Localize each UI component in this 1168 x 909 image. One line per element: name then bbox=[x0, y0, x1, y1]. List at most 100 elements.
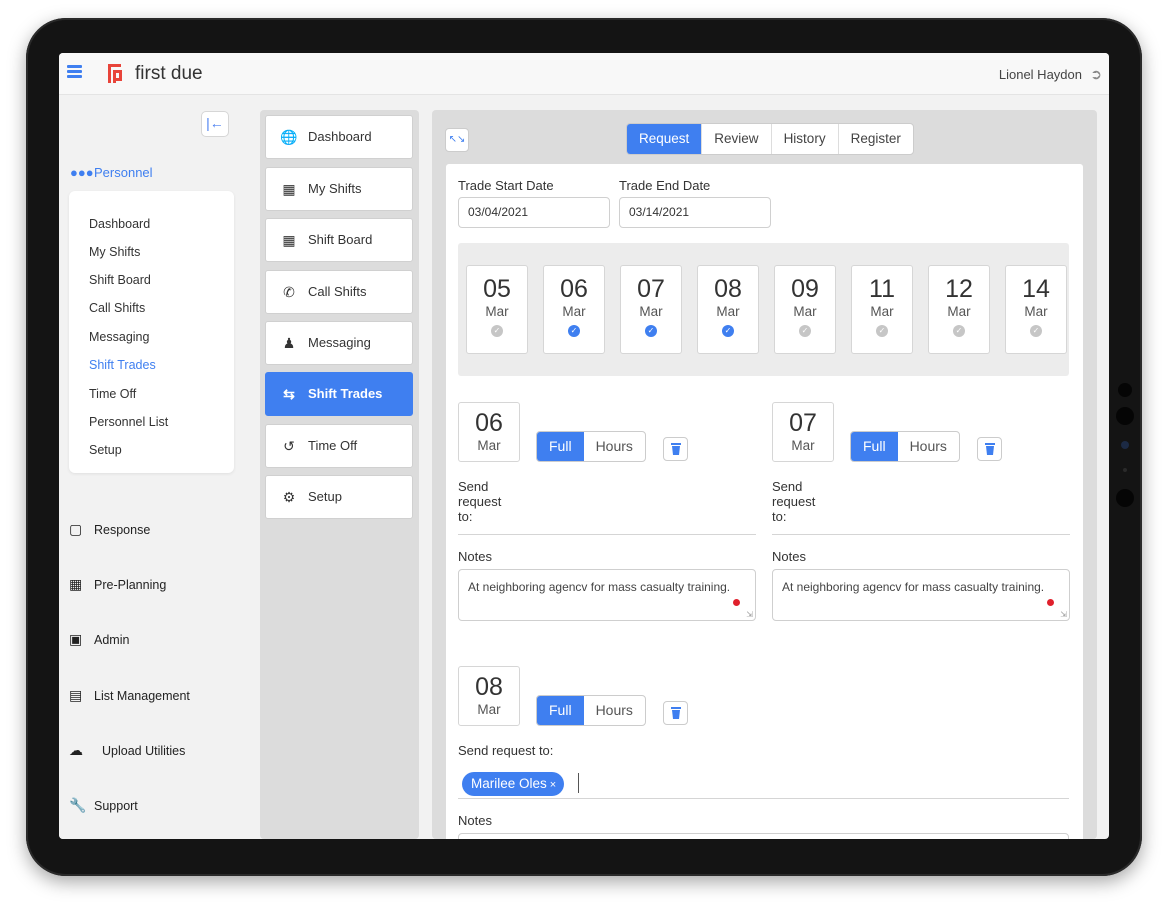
delete-button[interactable] bbox=[663, 437, 688, 461]
sidebar-section-label: Personnel bbox=[94, 165, 153, 180]
nav-call-shifts[interactable]: ✆ Call Shifts bbox=[265, 270, 413, 314]
sidebar-item-list-management[interactable]: ▤ List Management bbox=[69, 687, 190, 704]
trade-day-month: Mar bbox=[477, 702, 501, 717]
trade-start-label: Trade Start Date bbox=[458, 178, 554, 193]
trade-end-input[interactable]: 03/14/2021 bbox=[619, 197, 771, 228]
hours-option[interactable]: Hours bbox=[584, 696, 645, 725]
submenu-item-shift-board[interactable]: Shift Board bbox=[89, 273, 151, 287]
sidebar-item-label: List Management bbox=[94, 689, 190, 703]
notes-textarea[interactable]: At neighboring agencv for mass casualty … bbox=[458, 569, 756, 621]
personnel-nav: 🌐 Dashboard ▦ My Shifts ▦ Shift Board ✆ Call… bbox=[260, 110, 419, 839]
hours-option[interactable]: Hours bbox=[584, 432, 645, 461]
sidebar-item-response[interactable]: ▢ Response bbox=[69, 521, 150, 538]
recipient-chip[interactable]: Marilee Oles × bbox=[462, 772, 565, 796]
recipient-input[interactable] bbox=[458, 534, 756, 535]
submenu-item-call-shifts[interactable]: Call Shifts bbox=[89, 301, 145, 315]
exchange-icon: ⇆ bbox=[283, 386, 295, 402]
day-card[interactable]: 12 Mar ✓ bbox=[928, 265, 990, 354]
tab-request[interactable]: Request bbox=[627, 124, 703, 154]
submenu-item-my-shifts[interactable]: My Shifts bbox=[89, 245, 140, 259]
shift-trades-panel: ↖↘ Request Review History Register Trade… bbox=[432, 110, 1097, 839]
nav-setup[interactable]: ⚙ Setup bbox=[265, 475, 413, 519]
day-month: Mar bbox=[870, 304, 894, 319]
day-month: Mar bbox=[485, 304, 509, 319]
day-number: 12 bbox=[945, 275, 973, 303]
submenu-item-shift-trades[interactable]: Shift Trades bbox=[89, 358, 156, 372]
trash-icon bbox=[670, 707, 681, 719]
expand-button[interactable]: ↖↘ bbox=[445, 128, 469, 152]
delete-button[interactable] bbox=[663, 701, 688, 725]
day-card[interactable]: 07 Mar ✓ bbox=[620, 265, 682, 354]
tab-register[interactable]: Register bbox=[839, 124, 913, 154]
gear-icon: ⚙ bbox=[282, 489, 296, 505]
day-number: 11 bbox=[869, 275, 895, 303]
nav-my-shifts[interactable]: ▦ My Shifts bbox=[265, 167, 413, 211]
nav-label: My Shifts bbox=[308, 181, 362, 196]
sidebar-item-pre-planning[interactable]: ▦ Pre-Planning bbox=[69, 576, 166, 593]
trade-day-month: Mar bbox=[477, 438, 501, 453]
sidebar-item-support[interactable]: 🔧 Support bbox=[69, 797, 138, 814]
send-request-label: Send request to: bbox=[458, 479, 502, 524]
sidebar-item-admin[interactable]: ▣ Admin bbox=[69, 631, 129, 648]
calendar-icon: ▦ bbox=[282, 232, 296, 248]
trade-start-input[interactable]: 03/04/2021 bbox=[458, 197, 610, 228]
hours-option[interactable]: Hours bbox=[898, 432, 959, 461]
wrench-icon: 🔧 bbox=[69, 797, 87, 813]
send-request-label: Send request to: bbox=[772, 479, 816, 524]
day-card[interactable]: 08 Mar ✓ bbox=[697, 265, 759, 354]
delete-button[interactable] bbox=[977, 437, 1002, 461]
trade-day-number: 08 bbox=[475, 673, 503, 701]
nav-shift-board[interactable]: ▦ Shift Board bbox=[265, 218, 413, 262]
submenu-item-messaging[interactable]: Messaging bbox=[89, 330, 149, 344]
nav-label: Time Off bbox=[308, 438, 358, 453]
resize-grip-icon[interactable]: ⇲ bbox=[746, 610, 753, 619]
remove-recipient-icon[interactable]: × bbox=[550, 779, 556, 791]
submenu-item-time-off[interactable]: Time Off bbox=[89, 387, 136, 401]
day-card[interactable]: 11 Mar ✓ bbox=[851, 265, 913, 354]
sidebar-section-personnel[interactable]: ●●●Personnel bbox=[70, 165, 153, 180]
day-card[interactable]: 05 Mar ✓ bbox=[466, 265, 528, 354]
day-number: 14 bbox=[1022, 275, 1050, 303]
notes-textarea[interactable] bbox=[458, 833, 1069, 839]
submenu-item-dashboard[interactable]: Dashboard bbox=[89, 217, 150, 231]
hamburger-menu-icon[interactable] bbox=[67, 65, 82, 78]
nav-shift-trades[interactable]: ⇆ Shift Trades bbox=[265, 372, 413, 416]
tab-review[interactable]: Review bbox=[702, 124, 772, 154]
collapse-sidebar-button[interactable]: |← bbox=[201, 111, 229, 137]
submenu-item-setup[interactable]: Setup bbox=[89, 443, 122, 457]
logo-icon bbox=[108, 64, 122, 83]
day-month: Mar bbox=[639, 304, 663, 319]
nav-time-off[interactable]: ↺ Time Off bbox=[265, 424, 413, 468]
day-card[interactable]: 06 Mar ✓ bbox=[543, 265, 605, 354]
top-bar: first due Lionel Haydon ➲ bbox=[59, 53, 1109, 95]
users-icon: ●●● bbox=[70, 165, 94, 180]
recipient-name: Marilee Oles bbox=[471, 776, 547, 791]
full-option[interactable]: Full bbox=[537, 696, 584, 725]
nav-label: Setup bbox=[308, 489, 342, 504]
camera-lens bbox=[1121, 441, 1129, 449]
nav-dashboard[interactable]: 🌐 Dashboard bbox=[265, 115, 413, 159]
trade-day-box: 06 Mar bbox=[458, 402, 520, 462]
full-option[interactable]: Full bbox=[851, 432, 898, 461]
recipient-input[interactable] bbox=[458, 798, 1069, 799]
recipient-input[interactable] bbox=[772, 534, 1070, 535]
user-name[interactable]: Lionel Haydon bbox=[999, 67, 1082, 82]
day-card[interactable]: 09 Mar ✓ bbox=[774, 265, 836, 354]
trade-day-number: 07 bbox=[789, 409, 817, 437]
submenu-item-personnel-list[interactable]: Personnel List bbox=[89, 415, 168, 429]
logout-icon[interactable]: ➲ bbox=[1090, 66, 1102, 83]
notes-text: At neighboring agencv for mass casualty … bbox=[782, 580, 1045, 594]
sidebar-item-label: Response bbox=[94, 523, 151, 537]
nav-label: Dashboard bbox=[308, 129, 372, 144]
sidebar-item-upload-utilities[interactable]: ☁ Upload Utilities bbox=[69, 742, 185, 759]
tab-history[interactable]: History bbox=[772, 124, 839, 154]
app-screen: first due Lionel Haydon ➲ |← ●●●Personne… bbox=[59, 53, 1109, 839]
full-option[interactable]: Full bbox=[537, 432, 584, 461]
notes-textarea[interactable]: At neighboring agencv for mass casualty … bbox=[772, 569, 1070, 621]
resize-grip-icon[interactable]: ⇲ bbox=[1060, 610, 1067, 619]
check-icon: ✓ bbox=[876, 325, 888, 337]
globe-icon: 🌐 bbox=[280, 129, 298, 145]
day-card[interactable]: 14 Mar ✓ bbox=[1005, 265, 1067, 354]
nav-messaging[interactable]: ♟ Messaging bbox=[265, 321, 413, 365]
sensor-dot bbox=[1123, 468, 1127, 472]
